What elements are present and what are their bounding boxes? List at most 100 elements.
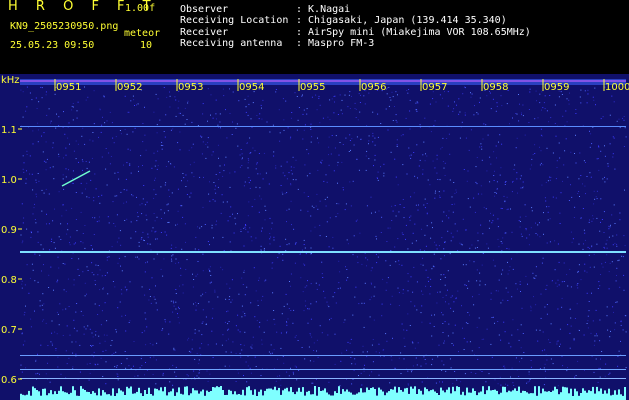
noise-speck bbox=[193, 279, 195, 280]
noise-speck bbox=[91, 345, 92, 347]
noise-speck bbox=[87, 96, 89, 98]
noise-speck bbox=[600, 150, 602, 152]
noise-speck bbox=[205, 323, 207, 325]
noise-speck bbox=[251, 240, 253, 242]
noise-speck bbox=[508, 269, 510, 271]
noise-speck bbox=[117, 376, 119, 377]
noise-speck bbox=[282, 253, 284, 255]
noise-speck bbox=[290, 166, 292, 168]
noise-speck bbox=[88, 379, 90, 381]
noise-speck bbox=[91, 332, 93, 334]
noise-speck bbox=[209, 181, 210, 183]
noise-speck bbox=[136, 220, 138, 222]
bottom-noise-bar bbox=[576, 391, 578, 400]
noise-speck bbox=[422, 169, 424, 171]
noise-speck bbox=[586, 323, 588, 324]
noise-speck bbox=[220, 127, 221, 129]
noise-speck bbox=[577, 271, 579, 273]
noise-speck bbox=[421, 228, 422, 230]
noise-speck bbox=[594, 198, 596, 200]
noise-speck bbox=[218, 127, 220, 128]
noise-speck bbox=[41, 270, 42, 272]
noise-speck bbox=[162, 328, 164, 330]
noise-speck bbox=[426, 203, 428, 204]
noise-speck bbox=[328, 164, 330, 166]
noise-speck bbox=[562, 180, 563, 182]
noise-speck bbox=[431, 268, 433, 270]
noise-speck bbox=[175, 301, 177, 303]
noise-speck bbox=[558, 284, 560, 286]
noise-speck bbox=[431, 364, 433, 366]
bottom-noise-bar bbox=[190, 393, 192, 400]
bottom-noise-bar bbox=[74, 390, 76, 400]
noise-speck bbox=[118, 237, 120, 239]
noise-speck bbox=[388, 86, 390, 88]
noise-speck bbox=[377, 256, 379, 258]
noise-speck bbox=[377, 177, 378, 179]
noise-speck bbox=[115, 331, 117, 333]
bottom-noise-bar bbox=[562, 386, 564, 400]
noise-speck bbox=[523, 352, 525, 353]
noise-speck bbox=[56, 113, 57, 115]
noise-speck bbox=[476, 280, 478, 282]
noise-speck bbox=[242, 311, 244, 313]
noise-speck bbox=[568, 200, 570, 201]
bottom-noise-bar bbox=[286, 387, 288, 400]
bottom-noise-bar bbox=[80, 386, 82, 400]
noise-speck bbox=[355, 117, 357, 118]
noise-speck bbox=[444, 162, 446, 164]
bottom-noise-bar bbox=[174, 395, 176, 400]
noise-speck bbox=[619, 212, 621, 214]
bottom-noise-bar bbox=[446, 389, 448, 400]
noise-speck bbox=[593, 99, 595, 101]
noise-speck bbox=[251, 344, 253, 346]
time-tick-label: 0955 bbox=[300, 82, 325, 93]
noise-speck bbox=[241, 277, 243, 279]
noise-speck bbox=[161, 218, 162, 219]
noise-speck bbox=[235, 325, 237, 327]
noise-speck bbox=[410, 276, 412, 278]
noise-speck bbox=[533, 277, 535, 279]
noise-speck bbox=[623, 146, 625, 147]
noise-speck bbox=[323, 180, 325, 182]
noise-speck bbox=[565, 110, 567, 112]
noise-speck bbox=[29, 277, 31, 279]
bottom-noise-bar bbox=[596, 386, 598, 400]
noise-speck bbox=[570, 286, 572, 288]
noise-speck bbox=[425, 363, 427, 365]
noise-speck bbox=[566, 121, 568, 123]
noise-speck bbox=[193, 161, 195, 163]
noise-speck bbox=[35, 182, 37, 184]
bottom-noise-bar bbox=[468, 392, 470, 400]
noise-speck bbox=[452, 110, 454, 112]
noise-speck bbox=[511, 191, 513, 193]
bottom-noise-bar bbox=[138, 387, 140, 400]
noise-speck bbox=[624, 189, 625, 191]
noise-speck bbox=[589, 172, 591, 174]
noise-speck bbox=[274, 323, 276, 325]
noise-speck bbox=[453, 344, 454, 346]
noise-speck bbox=[226, 311, 227, 313]
bottom-noise-bar bbox=[280, 394, 282, 400]
noise-speck bbox=[65, 168, 67, 170]
noise-speck bbox=[309, 334, 311, 336]
noise-speck bbox=[398, 292, 400, 294]
noise-speck bbox=[237, 372, 239, 374]
noise-speck bbox=[598, 281, 600, 283]
noise-speck bbox=[615, 280, 617, 282]
noise-speck bbox=[378, 210, 380, 212]
noise-speck bbox=[412, 291, 414, 293]
noise-speck bbox=[93, 351, 95, 353]
noise-speck bbox=[534, 144, 536, 146]
noise-speck bbox=[39, 254, 41, 256]
noise-speck bbox=[462, 93, 464, 95]
bottom-noise-bar bbox=[192, 388, 194, 400]
noise-speck bbox=[558, 96, 560, 98]
noise-speck bbox=[313, 360, 315, 362]
noise-speck bbox=[332, 247, 334, 249]
noise-speck bbox=[366, 205, 368, 207]
noise-speck bbox=[470, 371, 472, 373]
noise-speck bbox=[421, 321, 423, 323]
noise-speck bbox=[339, 142, 341, 143]
noise-speck bbox=[264, 280, 266, 282]
